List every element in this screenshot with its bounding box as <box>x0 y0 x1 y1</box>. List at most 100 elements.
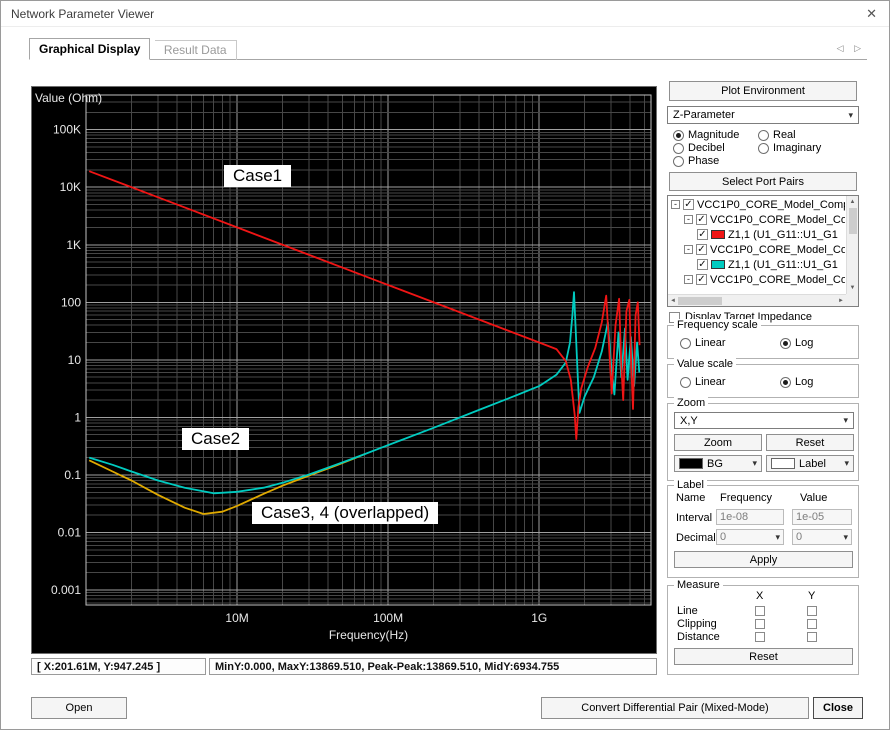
tree-expander-icon[interactable]: - <box>684 245 693 254</box>
radio-label: Magnitude <box>688 129 739 141</box>
measure-row-distance: Distance <box>677 631 720 643</box>
port-tree-item[interactable]: ✓Z1,1 (U1_G11::U1_G1 <box>669 257 845 272</box>
scroll-down-icon[interactable]: ▼ <box>848 282 858 294</box>
port-tree-item[interactable]: -✓VCC1P0_CORE_Model_Compa <box>669 197 845 212</box>
select-port-pairs-button[interactable]: Select Port Pairs <box>669 172 857 191</box>
tree-checkbox[interactable]: ✓ <box>697 259 708 270</box>
chevron-down-icon: ▾ <box>844 458 849 469</box>
measure-line-x-checkbox[interactable] <box>755 606 765 616</box>
measure-clipping-y-checkbox[interactable] <box>807 619 817 629</box>
tree-expander-icon[interactable]: - <box>684 275 693 284</box>
annotation-case1: Case1 <box>224 165 291 187</box>
port-pairs-tree: -✓VCC1P0_CORE_Model_Compa-✓VCC1P0_CORE_M… <box>667 195 859 307</box>
chevron-down-icon: ▾ <box>848 110 853 121</box>
svg-text:10M: 10M <box>225 611 248 625</box>
decimal-value-dropdown[interactable]: 0 ▾ <box>792 529 852 545</box>
radio-label: Log <box>795 376 813 388</box>
bg-color-dropdown[interactable]: BG ▾ <box>674 455 762 472</box>
svg-text:10K: 10K <box>60 180 81 194</box>
interval-frequency-field[interactable]: 1e-08 <box>716 509 784 525</box>
tab-graphical-display[interactable]: Graphical Display <box>29 38 150 60</box>
scroll-left-icon[interactable]: ◄ <box>668 295 678 307</box>
measure-distance-y-checkbox[interactable] <box>807 632 817 642</box>
trace-color-swatch <box>711 230 725 239</box>
tree-vertical-scrollbar[interactable]: ▲ ▼ <box>846 196 858 294</box>
zoom-reset-button[interactable]: Reset <box>766 434 854 451</box>
radio-dot <box>758 130 769 141</box>
bg-color-swatch <box>679 458 703 469</box>
vscroll-thumb[interactable] <box>849 208 857 234</box>
network-parameter-viewer-window: Network Parameter Viewer ✕ Graphical Dis… <box>0 0 890 730</box>
label-color-dropdown[interactable]: Label ▾ <box>766 455 854 472</box>
svg-text:10: 10 <box>68 353 82 367</box>
svg-text:100M: 100M <box>373 611 403 625</box>
radio-dot <box>780 338 791 349</box>
tree-checkbox[interactable]: ✓ <box>696 274 707 285</box>
measure-reset-button[interactable]: Reset <box>674 648 853 665</box>
parameter-type-dropdown[interactable]: Z-Parameter ▾ <box>667 106 859 124</box>
radio-label: Imaginary <box>773 142 821 154</box>
radio-magnitude[interactable]: Magnitude <box>673 129 739 141</box>
tree-item-label: Z1,1 (U1_G11::U1_G1 <box>728 229 838 241</box>
label-col-name: Name <box>676 492 705 504</box>
tab-result-data[interactable]: Result Data <box>155 40 237 60</box>
radio-decibel[interactable]: Decibel <box>673 142 725 154</box>
svg-text:100: 100 <box>61 295 81 309</box>
group-title: Zoom <box>674 397 708 409</box>
port-tree-item[interactable]: -✓VCC1P0_CORE_Model_Cor <box>669 212 845 227</box>
hscroll-thumb[interactable] <box>678 297 722 305</box>
label-row-decimal: Decimal <box>676 532 716 544</box>
plot-environment-button[interactable]: Plot Environment <box>669 81 857 101</box>
radio-value-log[interactable]: Log <box>780 376 813 388</box>
radio-frequency-log[interactable]: Log <box>780 337 813 349</box>
parameter-type-value: Z-Parameter <box>673 109 735 121</box>
tree-horizontal-scrollbar[interactable]: ◄ ► <box>668 294 846 306</box>
group-title: Value scale <box>674 358 736 370</box>
tree-item-label: VCC1P0_CORE_Model_Compa <box>697 199 845 211</box>
zoom-group: Zoom X,Y ▾ Zoom Reset BG ▾ Label ▾ <box>667 403 859 481</box>
tree-checkbox[interactable]: ✓ <box>683 199 694 210</box>
tree-expander-icon[interactable]: - <box>671 200 680 209</box>
radio-label: Linear <box>695 337 726 349</box>
convert-differential-pair-button[interactable]: Convert Differential Pair (Mixed-Mode) <box>541 697 809 719</box>
open-button[interactable]: Open <box>31 697 127 719</box>
label-group: Label Name Frequency Value Interval 1e-0… <box>667 485 859 578</box>
port-tree-item[interactable]: -✓VCC1P0_CORE_Model_Cor <box>669 242 845 257</box>
scroll-right-icon[interactable]: ► <box>836 295 846 307</box>
svg-text:0.001: 0.001 <box>51 583 81 597</box>
close-icon[interactable]: ✕ <box>866 6 877 22</box>
radio-phase[interactable]: Phase <box>673 155 719 167</box>
tree-checkbox[interactable]: ✓ <box>697 229 708 240</box>
radio-label: Log <box>795 337 813 349</box>
radio-value-linear[interactable]: Linear <box>680 376 726 388</box>
port-tree-item[interactable]: -✓VCC1P0_CORE_Model_Cor <box>669 272 845 287</box>
svg-text:0.1: 0.1 <box>64 468 81 482</box>
group-title: Measure <box>674 579 723 591</box>
zoom-mode-dropdown[interactable]: X,Y ▾ <box>674 412 854 429</box>
radio-imaginary[interactable]: Imaginary <box>758 142 821 154</box>
scrollbar-corner <box>846 294 858 306</box>
close-button[interactable]: Close <box>813 697 863 719</box>
measure-line-y-checkbox[interactable] <box>807 606 817 616</box>
apply-button[interactable]: Apply <box>674 551 853 568</box>
measure-clipping-x-checkbox[interactable] <box>755 619 765 629</box>
measure-distance-x-checkbox[interactable] <box>755 632 765 642</box>
tab-scroll-left-icon[interactable]: ◁ <box>837 43 848 53</box>
tree-item-label: VCC1P0_CORE_Model_Cor <box>710 274 845 286</box>
radio-label: Linear <box>695 376 726 388</box>
impedance-chart: 10M100M1G100K10K1K1001010.10.010.001Freq… <box>32 87 656 653</box>
tree-checkbox[interactable]: ✓ <box>696 214 707 225</box>
tab-scroll-right-icon[interactable]: ▷ <box>854 43 865 53</box>
decimal-frequency-dropdown[interactable]: 0 ▾ <box>716 529 784 545</box>
zoom-button[interactable]: Zoom <box>674 434 762 451</box>
scroll-up-icon[interactable]: ▲ <box>848 196 858 208</box>
port-tree-item[interactable]: ✓ Z1,1 (U1_G11::U1_G1 <box>669 227 845 242</box>
tree-expander-icon[interactable]: - <box>684 215 693 224</box>
interval-value-field[interactable]: 1e-05 <box>792 509 852 525</box>
radio-frequency-linear[interactable]: Linear <box>680 337 726 349</box>
radio-real[interactable]: Real <box>758 129 796 141</box>
radio-dot <box>680 377 691 388</box>
tree-checkbox[interactable]: ✓ <box>696 244 707 255</box>
tree-item-label: VCC1P0_CORE_Model_Cor <box>710 244 845 256</box>
plot-area[interactable]: 10M100M1G100K10K1K1001010.10.010.001Freq… <box>31 86 657 654</box>
